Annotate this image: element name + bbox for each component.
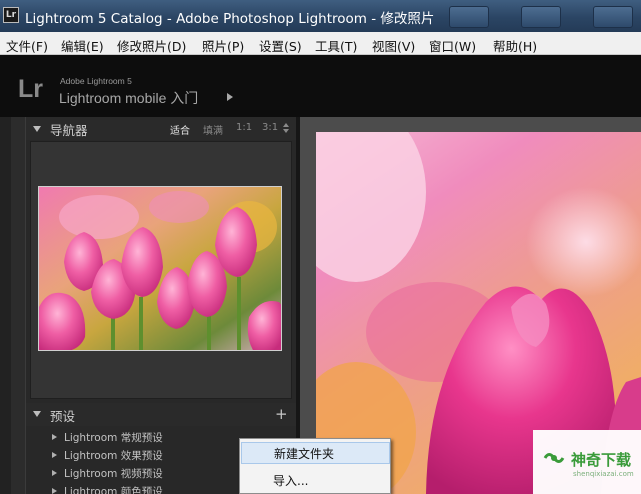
zoom-fit[interactable]: 适合 <box>170 122 190 137</box>
menu-view[interactable]: 视图(V) <box>372 36 415 55</box>
window-title: Lightroom 5 Catalog - Adobe Photoshop Li… <box>25 11 435 27</box>
preset-folder[interactable]: Lightroom 视频预设 <box>52 466 163 481</box>
expand-triangle-icon <box>52 434 57 440</box>
menu-file[interactable]: 文件(F) <box>6 36 48 55</box>
add-preset-icon[interactable]: + <box>275 405 288 423</box>
menu-help[interactable]: 帮助(H) <box>493 36 537 55</box>
import-menu-item[interactable]: 导入... <box>241 470 390 492</box>
preset-folder-label: Lightroom 常规预设 <box>64 432 163 444</box>
identity-plate: Lr Adobe Lightroom 5 Lightroom mobile 入门 <box>0 55 641 117</box>
menu-edit[interactable]: 编辑(E) <box>61 36 104 55</box>
menu-develop[interactable]: 修改照片(D) <box>117 36 186 55</box>
expand-triangle-icon <box>52 470 57 476</box>
product-name: Adobe Lightroom 5 <box>60 76 132 86</box>
zoom-1-1[interactable]: 1:1 <box>236 122 252 133</box>
collapse-triangle-icon[interactable] <box>33 411 41 417</box>
zoom-fill[interactable]: 填满 <box>203 122 223 137</box>
menu-window[interactable]: 窗口(W) <box>429 36 476 55</box>
watermark-logo-icon <box>543 453 565 463</box>
app-icon: Lr <box>3 7 19 23</box>
collapse-strip[interactable] <box>11 117 26 494</box>
preset-folder[interactable]: Lightroom 效果预设 <box>52 448 163 463</box>
preset-folder-label: Lightroom 颜色预设 <box>64 486 163 494</box>
watermark-text: 神奇下载 <box>571 451 632 469</box>
menu-photo[interactable]: 照片(P) <box>202 36 244 55</box>
watermark: 神奇下载 shenqixiazai.com <box>533 430 641 494</box>
expand-triangle-icon <box>52 488 57 494</box>
preset-folder-label: Lightroom 视频预设 <box>64 468 163 480</box>
expand-triangle-icon <box>52 452 57 458</box>
mobile-getting-started[interactable]: Lightroom mobile 入门 <box>59 88 198 108</box>
zoom-3-1[interactable]: 3:1 <box>262 122 278 133</box>
left-edge <box>0 117 26 494</box>
new-folder-menu-item[interactable]: 新建文件夹 <box>241 442 390 464</box>
menu-settings[interactable]: 设置(S) <box>259 36 302 55</box>
navigator-title: 导航器 <box>50 123 88 138</box>
preset-folder[interactable]: Lightroom 颜色预设 <box>52 484 163 494</box>
collapse-triangle-icon[interactable] <box>33 126 41 132</box>
preset-folder-label: Lightroom 效果预设 <box>64 450 163 462</box>
window-control-button[interactable] <box>593 6 633 28</box>
navigator-thumbnail[interactable] <box>38 186 282 351</box>
play-arrow-icon[interactable] <box>227 93 233 101</box>
zoom-updown-icon[interactable] <box>283 123 289 133</box>
watermark-subtext: shenqixiazai.com <box>573 470 634 478</box>
title-bar: Lr Lightroom 5 Catalog - Adobe Photoshop… <box>0 0 641 32</box>
window-control-button[interactable] <box>521 6 561 28</box>
preset-folder[interactable]: Lightroom 常规预设 <box>52 430 163 445</box>
context-menu: 新建文件夹 导入... <box>239 438 391 494</box>
presets-title: 预设 <box>50 409 76 424</box>
menu-tools[interactable]: 工具(T) <box>315 36 357 55</box>
window-control-button[interactable] <box>449 6 489 28</box>
menu-bar: 文件(F) 编辑(E) 修改照片(D) 照片(P) 设置(S) 工具(T) 视图… <box>0 32 641 55</box>
lr-logo: Lr <box>18 75 43 103</box>
